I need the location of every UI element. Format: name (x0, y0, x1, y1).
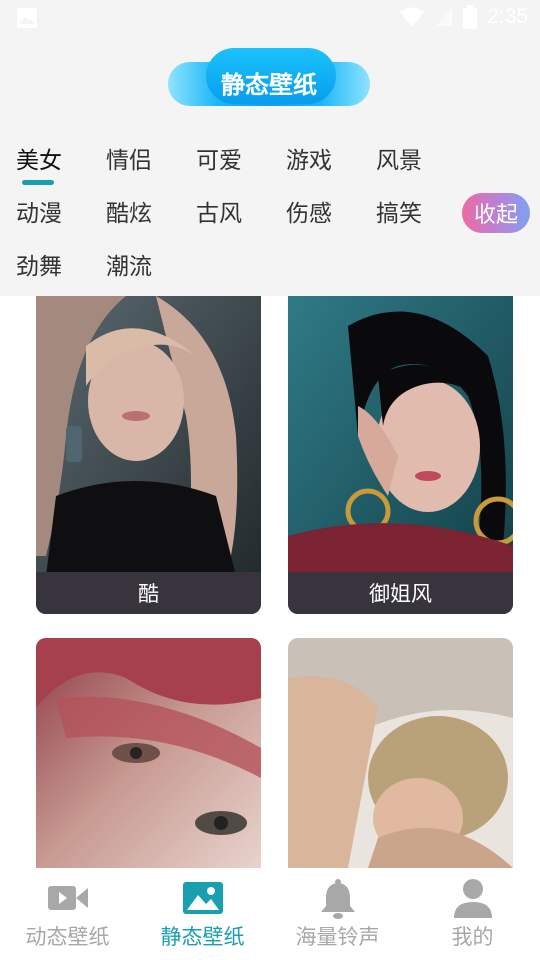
nav-label: 静态壁纸 (160, 925, 245, 949)
wallpaper-card[interactable] (36, 638, 261, 868)
category-tab-anime[interactable]: 动漫 (16, 200, 62, 228)
category-tab-trend[interactable]: 潮流 (106, 253, 152, 281)
wallpaper-caption: 御姐风 (288, 572, 513, 614)
nav-label: 动态壁纸 (25, 925, 110, 949)
bell-icon (321, 879, 355, 919)
nav-label: 海量铃声 (295, 925, 380, 949)
status-time: 2:35 (487, 5, 528, 28)
signal-icon (436, 8, 453, 26)
status-bar: 2:35 (0, 0, 540, 36)
collapse-button[interactable]: 收起 (462, 193, 530, 233)
image-icon (183, 882, 223, 914)
gallery-notification-icon (17, 8, 37, 28)
wallpaper-thumbnail (36, 638, 261, 868)
wallpaper-caption: 酷 (36, 572, 261, 614)
nav-label: 我的 (451, 925, 494, 949)
wallpaper-thumbnail (288, 296, 513, 614)
person-icon (454, 879, 492, 918)
header: 静态壁纸 美女 情侣 可爱 游戏 风景 动漫 酷炫 古风 伤感 搞笑 收起 劲舞… (0, 36, 540, 296)
wallpaper-thumbnail (36, 296, 261, 614)
category-active-indicator (22, 180, 54, 185)
category-tab-sad[interactable]: 伤感 (286, 200, 332, 228)
nav-item-ringtones[interactable]: 海量铃声 (270, 868, 405, 960)
nav-item-dynamic-wallpaper[interactable]: 动态壁纸 (0, 868, 135, 960)
category-tab-beauty[interactable]: 美女 (16, 147, 62, 175)
nav-item-static-wallpaper[interactable]: 静态壁纸 (135, 868, 270, 960)
category-tab-cute[interactable]: 可爱 (196, 147, 242, 175)
battery-icon (463, 5, 478, 29)
wallpaper-card[interactable]: 酷 (36, 296, 261, 614)
category-tab-cool[interactable]: 酷炫 (106, 200, 152, 228)
category-tab-funny[interactable]: 搞笑 (376, 200, 422, 228)
bottom-nav: 动态壁纸 静态壁纸 海量铃声 我的 (0, 868, 540, 960)
category-tab-dance[interactable]: 劲舞 (16, 253, 62, 281)
wifi-icon (400, 7, 425, 27)
video-camera-icon (48, 886, 88, 910)
wallpaper-thumbnail (288, 638, 513, 868)
category-tab-scenery[interactable]: 风景 (376, 147, 422, 175)
wallpaper-card[interactable] (288, 638, 513, 868)
category-tab-couple[interactable]: 情侣 (106, 147, 152, 175)
wallpaper-card[interactable]: 御姐风 (288, 296, 513, 614)
page-title: 静态壁纸 (221, 70, 317, 99)
category-tab-game[interactable]: 游戏 (286, 147, 332, 175)
nav-item-mine[interactable]: 我的 (405, 868, 540, 960)
category-tab-ancient[interactable]: 古风 (196, 200, 242, 228)
